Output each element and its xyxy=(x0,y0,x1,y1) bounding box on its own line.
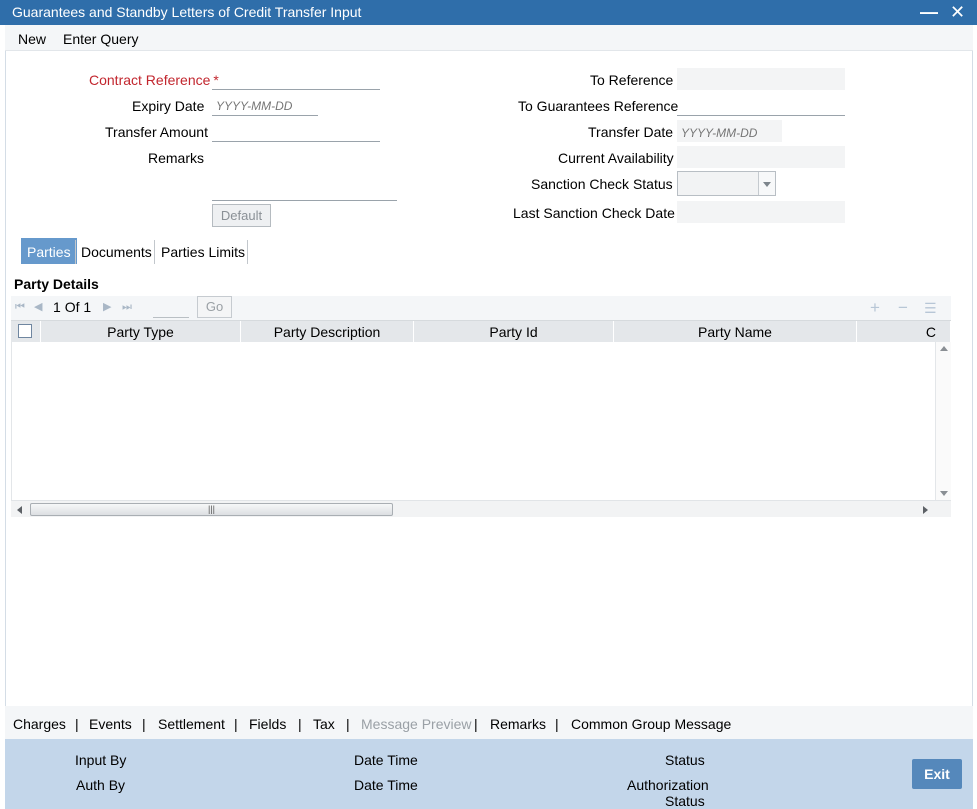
default-button[interactable]: Default xyxy=(212,204,271,227)
settlement-link[interactable]: Settlement xyxy=(158,716,225,732)
contract-reference-input[interactable] xyxy=(212,68,380,90)
common-group-message-link[interactable]: Common Group Message xyxy=(571,716,731,732)
scroll-right-icon[interactable] xyxy=(923,506,928,514)
add-row-icon[interactable]: + xyxy=(870,298,880,318)
transfer-amount-input[interactable] xyxy=(212,120,380,142)
window-title-bar: Guarantees and Standby Letters of Credit… xyxy=(0,0,977,25)
horizontal-scrollbar[interactable]: ||| xyxy=(11,500,951,517)
sanction-check-status-select[interactable] xyxy=(677,171,776,196)
link-separator: | xyxy=(474,716,478,732)
scroll-thumb[interactable]: ||| xyxy=(30,503,393,516)
select-all-checkbox[interactable] xyxy=(18,324,32,338)
remarks-link[interactable]: Remarks xyxy=(490,716,546,732)
date-time-label: Date Time xyxy=(354,752,418,768)
column-header-party-id[interactable]: Party Id xyxy=(414,321,614,342)
vertical-scrollbar[interactable] xyxy=(935,342,951,500)
tab-parties[interactable]: Parties xyxy=(21,238,77,264)
last-sanction-check-date-field xyxy=(677,201,845,223)
menu-bar: New Enter Query xyxy=(5,25,973,51)
to-reference-field xyxy=(677,68,845,90)
party-details-grid-body xyxy=(11,342,951,500)
exit-button[interactable]: Exit xyxy=(912,759,962,789)
single-view-icon[interactable]: ☰ xyxy=(924,300,937,317)
link-separator: | xyxy=(555,716,559,732)
minimize-icon[interactable]: — xyxy=(920,1,938,23)
column-header-party-description[interactable]: Party Description xyxy=(241,321,414,342)
scroll-down-icon[interactable] xyxy=(940,491,948,496)
delete-row-icon[interactable]: − xyxy=(898,298,908,318)
scroll-up-icon[interactable] xyxy=(940,346,948,351)
link-separator: | xyxy=(75,716,79,732)
events-link[interactable]: Events xyxy=(89,716,132,732)
scroll-left-icon[interactable] xyxy=(17,506,22,514)
link-separator: | xyxy=(142,716,146,732)
window-title: Guarantees and Standby Letters of Credit… xyxy=(12,4,362,20)
footer-links-bar: Charges | Events | Settlement | Fields |… xyxy=(5,706,973,739)
current-availability-field xyxy=(677,146,845,168)
pager-current: 1 xyxy=(53,299,61,315)
to-reference-label: To Reference xyxy=(590,72,674,88)
enter-query-menu-item[interactable]: Enter Query xyxy=(63,31,138,47)
to-guarantees-reference-label: To Guarantees Reference xyxy=(518,98,679,114)
next-page-icon[interactable]: ▶ xyxy=(103,301,115,313)
tab-documents[interactable]: Documents xyxy=(75,238,158,264)
column-header-party-type[interactable]: Party Type xyxy=(41,321,241,342)
auth-by-label: Auth By xyxy=(76,777,126,793)
link-separator: | xyxy=(298,716,302,732)
transfer-date-label: Transfer Date xyxy=(588,124,674,140)
expiry-date-label: Expiry Date xyxy=(132,98,205,114)
transfer-date-input xyxy=(677,120,782,142)
chevron-down-icon[interactable] xyxy=(758,172,775,195)
contract-reference-label-text: Contract Reference xyxy=(89,72,211,88)
remarks-textarea[interactable] xyxy=(212,146,397,201)
close-icon[interactable]: ✕ xyxy=(950,1,965,23)
column-header-party-name[interactable]: Party Name xyxy=(614,321,857,342)
pager-total: 1 xyxy=(83,299,92,315)
tax-link[interactable]: Tax xyxy=(313,716,335,732)
current-availability-label: Current Availability xyxy=(558,150,674,166)
tab-parties-limits[interactable]: Parties Limits xyxy=(155,238,251,264)
grid-toolbar: ⏮ ◀ 1 Of 1 ▶ ⏭ Go + − ☰ xyxy=(11,296,951,320)
link-separator: | xyxy=(234,716,238,732)
remarks-label: Remarks xyxy=(148,150,205,166)
contract-reference-label: Contract Reference * xyxy=(89,72,219,88)
grid-header: Party Type Party Description Party Id Pa… xyxy=(11,320,951,342)
first-page-icon[interactable]: ⏮ xyxy=(15,301,27,313)
message-preview-link: Message Preview xyxy=(361,716,472,732)
input-by-label: Input By xyxy=(75,752,127,768)
authorization-status-label-line2: Status xyxy=(665,793,705,809)
status-label: Status xyxy=(665,752,705,768)
charges-link[interactable]: Charges xyxy=(13,716,66,732)
page-number-input[interactable] xyxy=(153,298,189,318)
go-button[interactable]: Go xyxy=(197,296,232,318)
last-page-icon[interactable]: ⏭ xyxy=(122,301,134,313)
transfer-amount-label: Transfer Amount xyxy=(105,124,208,140)
previous-page-icon[interactable]: ◀ xyxy=(34,301,46,313)
date-time-label: Date Time xyxy=(354,777,418,793)
select-all-cell xyxy=(11,321,41,342)
link-separator: | xyxy=(346,716,350,732)
fields-link[interactable]: Fields xyxy=(249,716,286,732)
audit-panel: Input By Date Time Status Auth By Date T… xyxy=(5,739,973,809)
pager-text: 1 Of 1 xyxy=(53,299,91,315)
column-header-truncated[interactable]: C xyxy=(857,321,951,342)
to-guarantees-reference-input[interactable] xyxy=(677,94,845,116)
party-details-title: Party Details xyxy=(14,276,99,292)
new-menu-item[interactable]: New xyxy=(18,31,46,47)
expiry-date-input[interactable] xyxy=(212,94,318,116)
pager-of: Of xyxy=(64,299,80,315)
last-sanction-check-date-label: Last Sanction Check Date xyxy=(513,205,675,221)
sanction-check-status-label: Sanction Check Status xyxy=(531,176,673,192)
tab-divider xyxy=(247,240,248,264)
authorization-status-label: Authorization xyxy=(627,777,709,793)
